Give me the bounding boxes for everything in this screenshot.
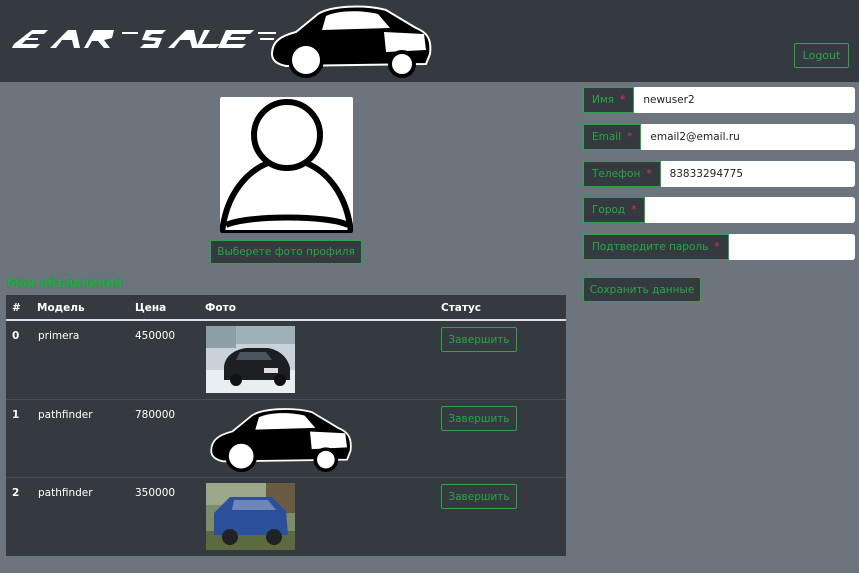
profile-avatar (220, 97, 353, 233)
city-input[interactable] (645, 197, 855, 223)
email-label-text: Email (592, 131, 622, 143)
required-marker: * (627, 131, 633, 143)
confirm-password-label: Подтвердите пароль * (583, 234, 729, 260)
row-price: 350000 (135, 487, 176, 499)
name-label-text: Имя (592, 94, 615, 106)
finish-listing-button[interactable]: Завершить (441, 484, 517, 509)
navbar: Logout (0, 0, 859, 82)
table-row: 1 pathfinder 780000 Завершить (6, 399, 566, 477)
choose-profile-photo-button[interactable]: Выберете фото профиля (210, 240, 362, 264)
phone-input[interactable]: 83833294775 (660, 161, 855, 187)
car-logo-icon (270, 5, 432, 78)
city-label-text: Город (592, 204, 626, 216)
name-input[interactable]: newuser2 (634, 87, 855, 113)
name-label: Имя * (583, 87, 635, 113)
logout-button[interactable]: Logout (794, 43, 849, 68)
user-silhouette-icon (220, 99, 353, 233)
phone-label: Телефон * (583, 161, 661, 187)
row-model: primera (38, 330, 80, 342)
required-marker: * (714, 241, 720, 253)
email-input[interactable]: email2@email.ru (641, 124, 855, 150)
table-row: 0 primera 450000 Завершить (6, 321, 566, 399)
row-index: 0 (12, 330, 20, 342)
confirm-password-input[interactable] (728, 234, 855, 260)
email-label: Email * (583, 124, 642, 150)
phone-field-group: Телефон * 83833294775 (583, 161, 855, 187)
finish-listing-button[interactable]: Завершить (441, 327, 517, 352)
email-field-group: Email * email2@email.ru (583, 124, 855, 150)
city-field-group: Город * (583, 197, 855, 223)
required-marker: * (631, 204, 637, 216)
row-index: 1 (12, 409, 20, 421)
listings-table: # Модель Цена Фото Статус 0 primera 4500… (6, 295, 566, 556)
dark-sedan-photo[interactable] (206, 326, 295, 393)
listings-title: Мои объявления (7, 276, 123, 290)
phone-label-text: Телефон (592, 168, 641, 180)
save-data-button[interactable]: Сохранить данные (583, 277, 701, 302)
table-header: # Модель Цена Фото Статус (6, 295, 566, 321)
name-field-group: Имя * newuser2 (583, 87, 855, 113)
row-model: pathfinder (38, 487, 93, 499)
column-header-price: Цена (135, 302, 167, 314)
car-silhouette-photo[interactable] (205, 405, 355, 472)
required-marker: * (646, 168, 652, 180)
blue-suv-photo[interactable] (206, 483, 295, 550)
column-header-photo: Фото (205, 302, 236, 314)
required-marker: * (620, 94, 626, 106)
column-header-model: Модель (37, 302, 85, 314)
city-label: Город * (583, 197, 646, 223)
logo-wordmark[interactable] (10, 18, 280, 58)
finish-listing-button[interactable]: Завершить (441, 406, 517, 431)
row-price: 450000 (135, 330, 176, 342)
confirm-password-label-text: Подтвердите пароль (592, 241, 709, 253)
confirm-password-field-group: Подтвердите пароль * (583, 234, 855, 260)
table-row: 2 pathfinder 350000 Завершить (6, 477, 566, 555)
column-header-status: Статус (441, 302, 482, 314)
column-header-index: # (12, 302, 21, 314)
row-model: pathfinder (38, 409, 93, 421)
row-price: 780000 (135, 409, 176, 421)
row-index: 2 (12, 487, 20, 499)
